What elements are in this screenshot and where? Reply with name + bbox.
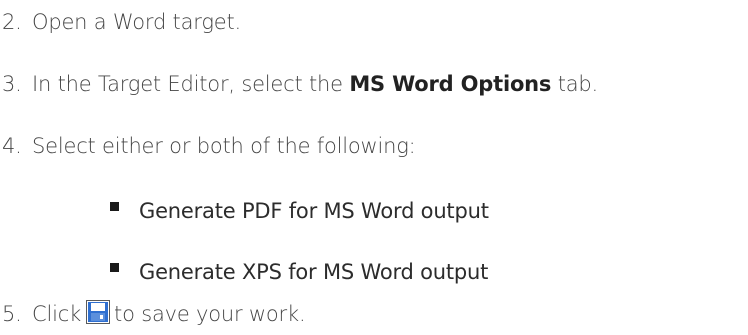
step-text: Open a Word target. [32, 10, 241, 34]
step-text: Click [32, 302, 82, 326]
sub-item-text: Generate PDF for MS Word output [139, 199, 489, 223]
square-bullet-icon [110, 262, 119, 272]
step-text-end: to save your work. [114, 302, 306, 326]
step-text: In the Target Editor, select the [32, 72, 350, 96]
step-number: 2. [2, 10, 22, 34]
step-text: Select either or both of the following: [32, 134, 416, 158]
step-5: 5. Click to save your work. [0, 296, 306, 332]
step-number: 5. [2, 302, 22, 326]
sub-item-xps: Generate XPS for MS Word output [110, 254, 488, 290]
sub-item-text: Generate XPS for MS Word output [139, 260, 489, 284]
step-4: 4. Select either or both of the followin… [0, 128, 416, 164]
step-2: 2. Open a Word target. [0, 4, 241, 40]
step-number: 3. [2, 72, 22, 96]
sub-item-pdf: Generate PDF for MS Word output [110, 193, 489, 229]
step-text-end: tab. [551, 72, 599, 96]
square-bullet-icon [110, 201, 119, 211]
step-3: 3. In the Target Editor, select the MS W… [0, 66, 598, 102]
step-number: 4. [2, 134, 22, 158]
save-icon [86, 300, 111, 324]
tab-name-ms-word-options: MS Word Options [349, 72, 552, 96]
